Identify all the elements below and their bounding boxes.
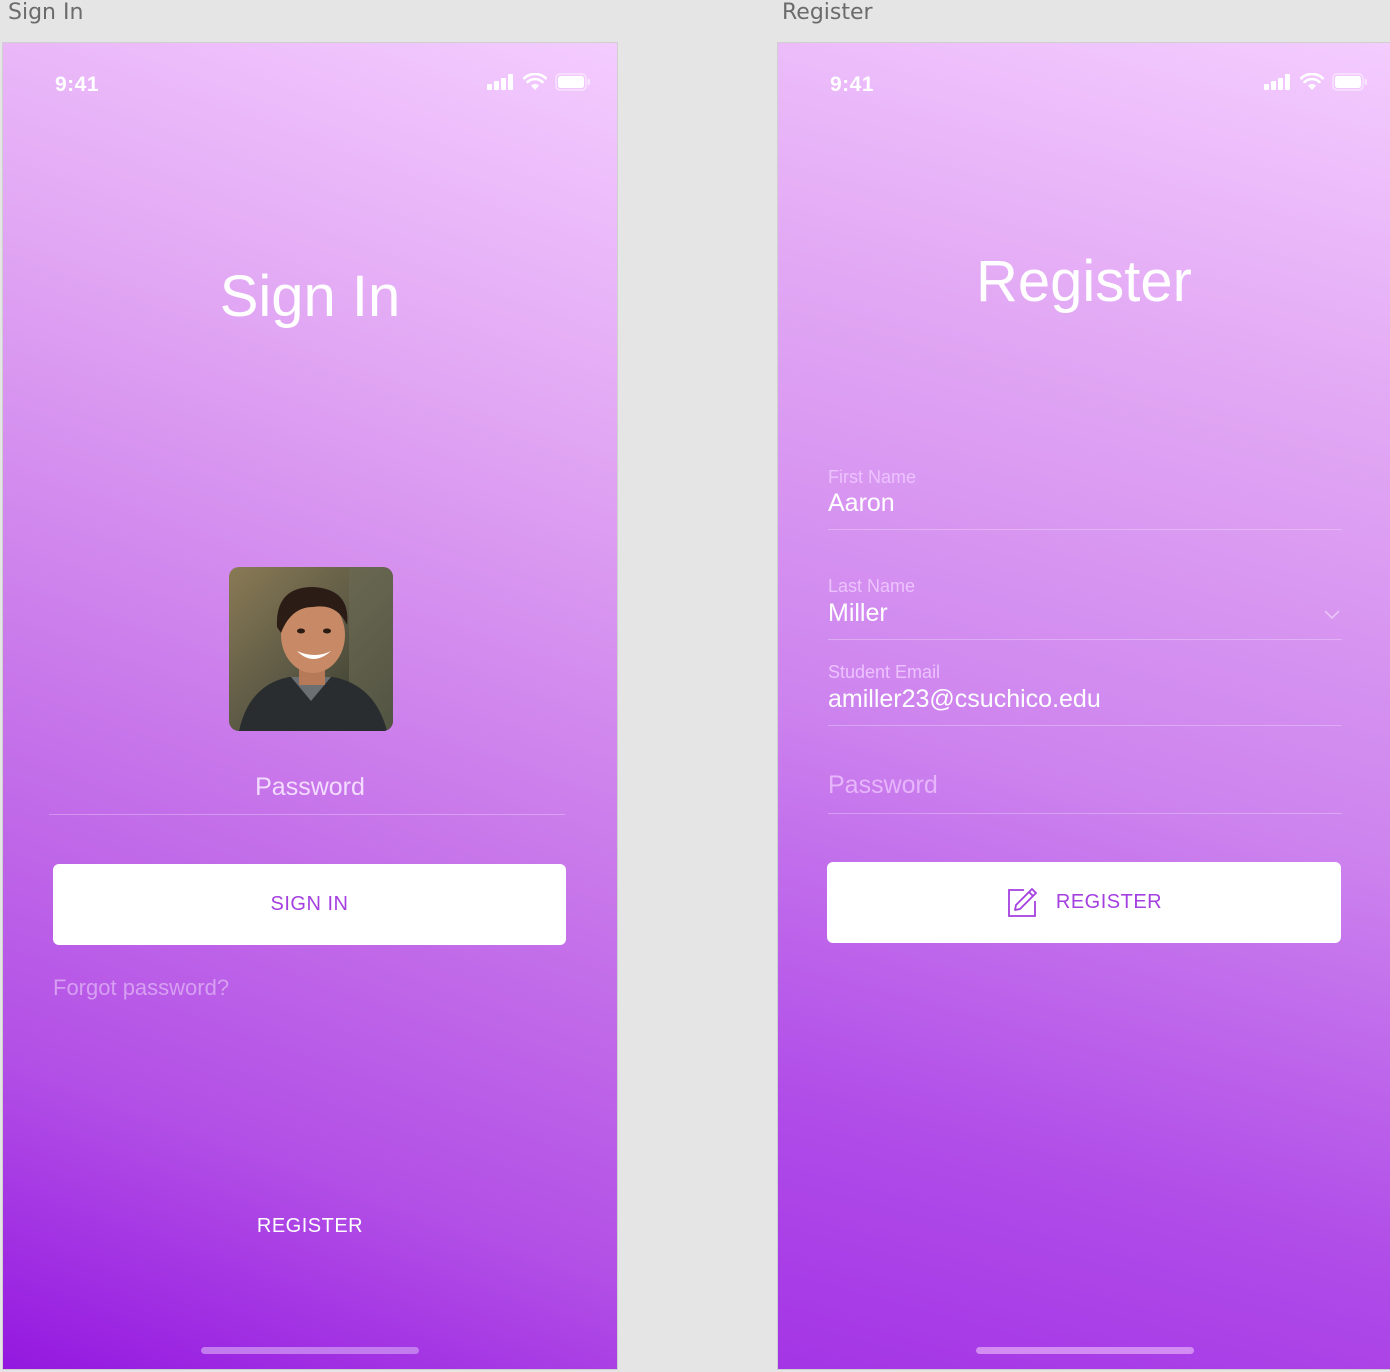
battery-icon — [555, 73, 590, 91]
forgot-password-link[interactable]: Forgot password? — [53, 975, 229, 1001]
last-name-divider — [828, 639, 1342, 640]
status-time: 9:41 — [55, 73, 100, 96]
status-icons — [487, 73, 591, 91]
battery-icon — [1332, 73, 1367, 91]
edit-icon — [1007, 887, 1037, 917]
password-input[interactable]: Password — [828, 771, 938, 800]
password-divider — [49, 814, 565, 815]
artboard-label-register: Register — [782, 0, 873, 25]
register-link[interactable]: REGISTER — [3, 1215, 617, 1238]
password-input[interactable]: Password — [3, 773, 617, 802]
page-title: Sign In — [219, 264, 401, 329]
home-indicator — [201, 1347, 419, 1354]
cellular-signal-icon — [1264, 74, 1290, 90]
avatar — [229, 567, 393, 731]
email-divider — [828, 725, 1342, 726]
signin-screen: 9:41 Sign In Password SIGN IN Forgot pas… — [2, 42, 618, 1370]
home-indicator — [976, 1347, 1194, 1354]
email-field[interactable]: amiller23@csuchico.edu — [828, 685, 1101, 714]
register-button-label: REGISTER — [1055, 891, 1163, 913]
last-name-field[interactable]: Miller — [828, 599, 888, 628]
wifi-icon — [1300, 73, 1324, 90]
sign-in-button-label: SIGN IN — [270, 893, 349, 915]
cellular-signal-icon — [487, 74, 513, 90]
last-name-label: Last Name — [828, 576, 916, 596]
register-button[interactable]: REGISTER — [827, 862, 1341, 943]
artboard-label-signin: Sign In — [8, 0, 84, 25]
sign-in-button[interactable]: SIGN IN — [53, 864, 566, 945]
page-title: Register — [976, 249, 1192, 314]
register-screen: 9:41 Register First Name Aaron Last Name… — [777, 42, 1390, 1370]
email-label: Student Email — [828, 662, 941, 682]
wifi-icon — [523, 73, 547, 90]
first-name-divider — [828, 529, 1342, 530]
chevron-down-icon[interactable] — [1323, 609, 1341, 621]
status-icons — [1264, 73, 1368, 91]
first-name-label: First Name — [828, 467, 917, 487]
status-time: 9:41 — [830, 73, 875, 96]
first-name-field[interactable]: Aaron — [828, 489, 895, 518]
password-divider — [828, 813, 1342, 814]
